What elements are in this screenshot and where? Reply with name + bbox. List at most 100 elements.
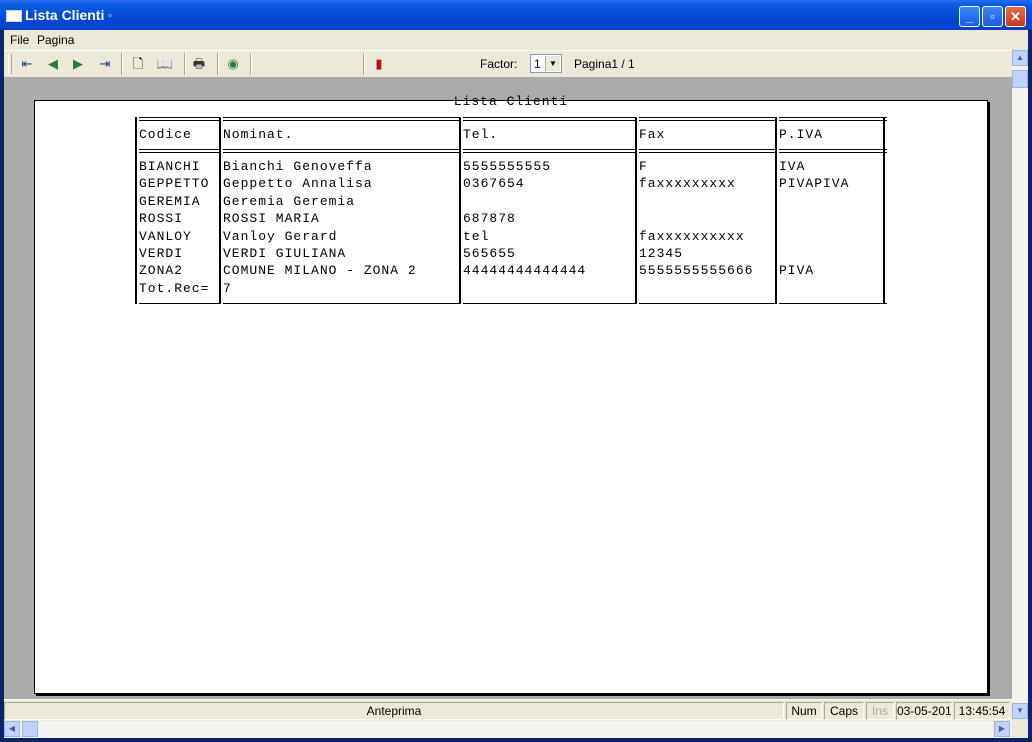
toolbar-separator (363, 53, 365, 75)
scroll-up-button[interactable]: ▲ (1012, 50, 1028, 66)
column-border (459, 117, 461, 304)
header-rule (139, 152, 219, 153)
header-rule (639, 149, 775, 150)
status-mode: Anteprima (4, 702, 784, 720)
total-label: Tot.Rec= (139, 280, 210, 296)
table-cell: GEPPETTO (139, 176, 210, 192)
header-rule (139, 149, 219, 150)
header-rule (639, 117, 775, 118)
table-cell: ZONA2 (139, 263, 184, 279)
maximize-button[interactable]: ▫ (982, 6, 1003, 27)
minimize-button[interactable]: _ (959, 6, 980, 27)
toolbar-separator (217, 53, 219, 75)
first-page-button[interactable]: ⇤ (17, 54, 37, 74)
status-num: Num (786, 702, 822, 720)
horizontal-scrollbar[interactable]: ◀ ▶ (4, 721, 1012, 738)
header-rule (639, 120, 775, 121)
next-page-button[interactable]: ▶ (68, 54, 88, 74)
two-pages-icon: 📖 (156, 56, 174, 71)
horizontal-scroll-thumb[interactable] (22, 721, 38, 737)
table-cell: tel (463, 228, 490, 244)
status-caps: Caps (824, 702, 864, 720)
print-button[interactable]: 🖶 (189, 54, 209, 74)
table-cell: ROSSI (139, 211, 184, 227)
table-cell: Bianchi Genoveffa (223, 159, 373, 174)
next-page-icon: ▶ (73, 56, 83, 71)
column-header: Nominat. (223, 127, 294, 142)
footer-rule (639, 303, 775, 304)
table-cell: ROSSI MARIA (223, 211, 320, 227)
column-header: Codice (139, 127, 192, 142)
chevron-down-icon[interactable]: ▼ (545, 56, 560, 71)
toolbar-grip[interactable] (8, 54, 12, 74)
footer-rule (779, 303, 887, 304)
table-cell: 0367654 (463, 176, 525, 192)
header-rule (139, 120, 219, 121)
table-cell: faxxxxxxxxxx (639, 228, 745, 244)
footer-rule (139, 303, 219, 304)
close-button[interactable]: ✕ (1005, 6, 1026, 27)
table-cell: IVA (779, 159, 806, 174)
first-page-icon: ⇤ (21, 56, 33, 71)
column-border (883, 117, 885, 304)
last-page-button[interactable]: ⇥ (95, 54, 115, 74)
total-value: 7 (223, 280, 232, 296)
header-rule (463, 120, 635, 121)
vertical-scrollbar[interactable]: ▲ ▼ (1012, 50, 1028, 719)
last-page-icon: ⇥ (99, 56, 111, 71)
table-cell: PIVAPIVA (779, 176, 850, 192)
header-rule (639, 152, 775, 153)
menu-pagina[interactable]: Pagina (37, 33, 74, 47)
status-date: 03-05-2016 (896, 702, 952, 720)
status-time: 13:45:54 (954, 702, 1010, 720)
table-cell: Vanloy Gerard (223, 228, 338, 244)
window-title: Lista Clienti ▫ (25, 7, 112, 23)
exit-door-icon: ▮ (375, 56, 383, 71)
factor-select[interactable]: 1 ▼ (530, 54, 562, 73)
vertical-scroll-thumb[interactable] (1012, 70, 1028, 88)
table-cell: 565655 (463, 246, 516, 261)
scroll-down-button[interactable]: ▼ (1012, 703, 1028, 719)
title-bar[interactable]: Lista Clienti ▫ _ ▫ ✕ (0, 0, 1032, 30)
prev-page-button[interactable]: ◀ (43, 54, 63, 74)
column-header: Fax (639, 127, 666, 142)
header-rule (223, 152, 459, 153)
column-border (635, 117, 637, 304)
table-cell: PIVA (779, 263, 815, 279)
prev-page-icon: ◀ (48, 56, 58, 71)
table-cell: GEREMIA (139, 193, 201, 209)
factor-value: 1 (534, 57, 541, 71)
table-cell: Geremia Geremia (223, 193, 356, 209)
header-rule (139, 117, 219, 118)
table-cell: BIANCHI (139, 159, 201, 174)
header-rule (779, 152, 887, 153)
table-cell: VERDI (139, 246, 184, 261)
menu-file[interactable]: File (10, 33, 29, 47)
report-title: Lista Clienti (453, 94, 569, 109)
report-page: Lista Clienti Codice Nominat. Tel. Fax P.IVA… (34, 94, 988, 694)
single-page-icon: 🗋 (132, 56, 144, 71)
header-rule (779, 149, 887, 150)
scroll-right-button[interactable]: ▶ (994, 721, 1010, 737)
toolbar: ⇤ ◀ ▶ ⇥ 🗋 📖 🖶 ◉ ▮ Factor: 1 ▼ Pagina1 / … (4, 50, 1012, 78)
table-cell: VERDI GIULIANA (223, 246, 347, 261)
window-icon (6, 10, 22, 22)
two-pages-button[interactable]: 📖 (155, 54, 175, 74)
table-cell: 5555555555666 (639, 263, 754, 279)
table-cell: 687878 (463, 211, 516, 227)
export-button[interactable]: ◉ (223, 54, 243, 74)
table-cell: 44444444444444 (463, 263, 587, 279)
header-rule (463, 152, 635, 153)
exit-button[interactable]: ▮ (369, 54, 389, 74)
status-ins: Ins (866, 702, 894, 720)
print-preview-area[interactable]: Lista Clienti Codice Nominat. Tel. Fax P.IVA… (4, 77, 1012, 699)
table-cell: 12345 (639, 246, 684, 261)
export-icon: ◉ (227, 56, 239, 71)
column-border (135, 117, 137, 304)
factor-label: Factor: (480, 57, 518, 71)
header-rule (463, 117, 635, 118)
table-cell: COMUNE MILANO - ZONA 2 (223, 263, 417, 279)
status-bar: Anteprima Num Caps Ins 03-05-2016 13:45:… (4, 699, 1012, 722)
scroll-left-button[interactable]: ◀ (4, 721, 20, 737)
single-page-button[interactable]: 🗋 (128, 54, 148, 74)
